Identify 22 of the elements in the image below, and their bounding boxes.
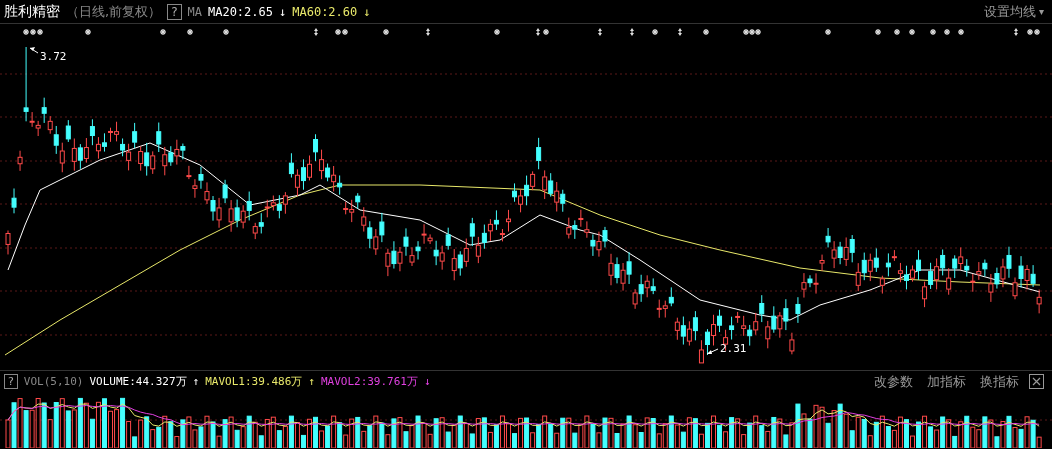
indicator-action-button[interactable]: 加指标 xyxy=(923,372,970,391)
stock-name: 胜利精密 xyxy=(4,2,60,21)
trend-arrow: ↑ xyxy=(192,375,200,388)
volume-value: VOLUME:44.327万 xyxy=(89,374,187,389)
trend-arrow: ↓ xyxy=(424,375,431,388)
indicator-action-button[interactable]: 改参数 xyxy=(870,372,917,391)
trend-arrow: ↑ xyxy=(308,375,315,388)
indicator-name: VOL(5,10) xyxy=(23,375,84,388)
help-button[interactable]: ? xyxy=(4,374,18,389)
moving-average-value: MA20:2.65 xyxy=(207,4,273,19)
help-button[interactable]: ? xyxy=(167,3,182,20)
low-price-label: 2.31 xyxy=(720,342,747,355)
trend-arrow: ↓ xyxy=(363,4,371,19)
volume-value: MAVOL1:39.486万 xyxy=(205,374,303,389)
moving-average-value: MA60:2.60 xyxy=(292,4,358,19)
chart-period: （日线,前复权） xyxy=(66,2,162,21)
trend-arrow: ↓ xyxy=(279,4,287,19)
indicator-action-button[interactable]: 换指标 xyxy=(976,372,1023,391)
volume-value: MAVOL2:39.761万 xyxy=(320,374,418,389)
indicator-name: MA xyxy=(187,4,202,19)
high-price-label: 3.72 xyxy=(40,50,67,63)
settings-dropdown[interactable]: 设置均线 ▾ xyxy=(983,2,1044,21)
